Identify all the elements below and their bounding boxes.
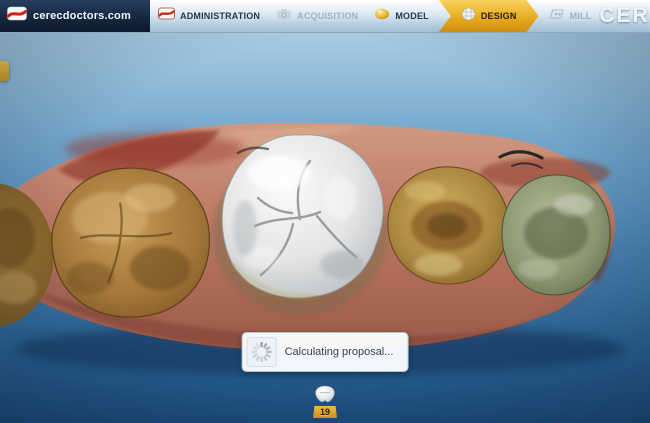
tab-label-mill: MILL (569, 11, 592, 21)
tooth-right-molar (501, 174, 611, 296)
spinner-icon (246, 337, 277, 367)
workflow-tabbar: ADMINISTRATION ACQUISITION MODEL DESIGN … (150, 0, 650, 32)
mill-icon (548, 7, 565, 25)
tooth-number-badge: 19 (312, 406, 338, 418)
tab-acquisition[interactable]: ACQUISITION (268, 0, 366, 32)
cerecdoctors-logo-icon (7, 6, 27, 26)
tooth-indicator[interactable]: 19 (312, 385, 338, 418)
tab-label-model: MODEL (395, 11, 429, 21)
tab-mill[interactable]: MILL (541, 0, 600, 32)
tab-label-design: DESIGN (480, 11, 517, 21)
tab-design[interactable]: DESIGN (439, 0, 539, 32)
app-window: cerecdoctors.com ADMINISTRATION ACQUISIT… (0, 0, 650, 423)
logo-area[interactable]: cerecdoctors.com (0, 0, 150, 32)
top-bar: cerecdoctors.com ADMINISTRATION ACQUISIT… (0, 0, 650, 33)
brand-text: CERE (599, 4, 650, 27)
model-icon (374, 7, 390, 25)
side-panel-handle[interactable] (0, 61, 9, 81)
progress-box: Calculating proposal... (241, 332, 409, 372)
camera-icon (276, 7, 292, 25)
tooth-left-molar (51, 167, 211, 318)
tab-administration[interactable]: ADMINISTRATION (150, 0, 268, 32)
tooth-right-premolar (387, 166, 509, 285)
tab-label-administration: ADMINISTRATION (180, 11, 261, 21)
viewport-area: Calculating proposal... 19 (0, 33, 650, 423)
design-tooth-icon (461, 7, 476, 26)
progress-message: Calculating proposal... (284, 346, 394, 358)
logo-text: cerecdoctors.com (33, 10, 131, 22)
tab-label-acquisition: ACQUISITION (297, 11, 359, 21)
tab-model[interactable]: MODEL (366, 0, 437, 32)
tooth-icon (313, 385, 337, 408)
administration-icon (158, 7, 175, 25)
